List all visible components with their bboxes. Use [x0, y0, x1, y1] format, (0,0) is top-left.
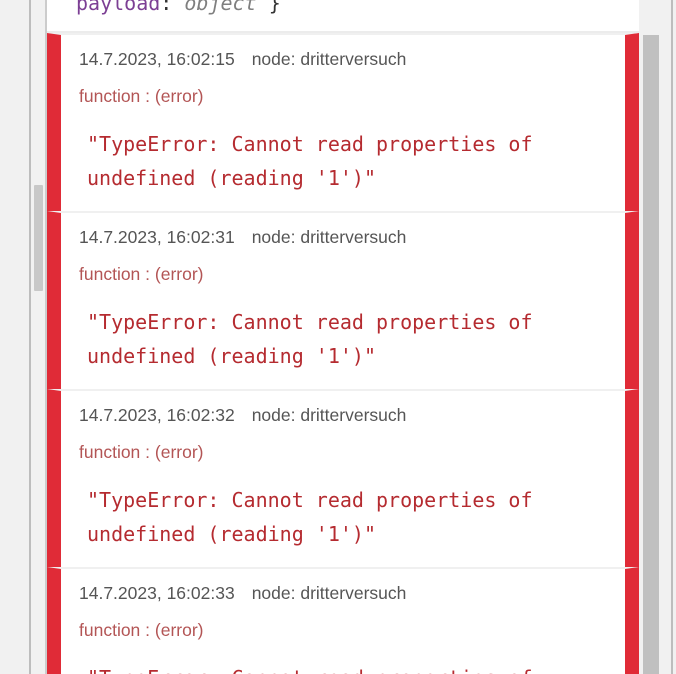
- debug-panel-screen: payload: object } 14.7.2023, 16:02:15 nod…: [0, 0, 676, 674]
- debug-message-body: "TypeError: Cannot read properties of un…: [87, 661, 621, 674]
- debug-pane-scrollbar-thumb[interactable]: [34, 185, 43, 291]
- debug-message-row[interactable]: 14.7.2023, 16:02:31 node: dritterversuch …: [47, 211, 639, 389]
- debug-pane-scrollbar-track[interactable]: [31, 0, 46, 674]
- debug-message-body: "TypeError: Cannot read properties of un…: [87, 310, 533, 368]
- debug-message-body: "TypeError: Cannot read properties of un…: [87, 132, 533, 190]
- debug-message-body: "TypeError: Cannot read properties of un…: [87, 488, 533, 546]
- debug-message-node-label[interactable]: node: dritterversuch: [252, 49, 407, 69]
- debug-message-node-label[interactable]: node: dritterversuch: [252, 583, 407, 603]
- partial-message-tail: payload: object }: [47, 0, 639, 33]
- debug-message-topic: function : (error): [79, 620, 204, 640]
- debug-message-node-label[interactable]: node: dritterversuch: [252, 405, 407, 425]
- debug-message-header: 14.7.2023, 16:02:32 node: dritterversuch: [79, 405, 406, 426]
- debug-message-timestamp: 14.7.2023, 16:02:32: [79, 405, 235, 425]
- debug-message-row[interactable]: 14.7.2023, 16:02:33 node: dritterversuch …: [47, 567, 639, 674]
- colon-token: :: [160, 0, 173, 15]
- page-scrollbar-track[interactable]: [0, 0, 30, 674]
- closing-brace-token: }: [268, 0, 281, 15]
- debug-message-topic: function : (error): [79, 264, 204, 284]
- debug-message-topic: function : (error): [79, 86, 204, 106]
- debug-message-topic: function : (error): [79, 442, 204, 462]
- right-scrollbar-edge: [671, 0, 673, 674]
- debug-message-timestamp: 14.7.2023, 16:02:31: [79, 227, 235, 247]
- debug-message-timestamp: 14.7.2023, 16:02:33: [79, 583, 235, 603]
- debug-message-row[interactable]: 14.7.2023, 16:02:32 node: dritterversuch …: [47, 389, 639, 567]
- debug-message-list[interactable]: payload: object } 14.7.2023, 16:02:15 nod…: [47, 0, 639, 674]
- partial-message-code-line: payload: object }: [76, 0, 281, 15]
- debug-message-header: 14.7.2023, 16:02:33 node: dritterversuch: [79, 583, 406, 604]
- payload-property-token: payload: [76, 0, 161, 15]
- object-type-token: object: [184, 0, 257, 15]
- debug-message-header: 14.7.2023, 16:02:15 node: dritterversuch: [79, 49, 406, 70]
- debug-message-header: 14.7.2023, 16:02:31 node: dritterversuch: [79, 227, 406, 248]
- debug-message-node-label[interactable]: node: dritterversuch: [252, 227, 407, 247]
- right-scrollbar-thumb[interactable]: [643, 35, 659, 674]
- debug-message-row[interactable]: 14.7.2023, 16:02:15 node: dritterversuch …: [47, 33, 639, 211]
- debug-message-timestamp: 14.7.2023, 16:02:15: [79, 49, 235, 69]
